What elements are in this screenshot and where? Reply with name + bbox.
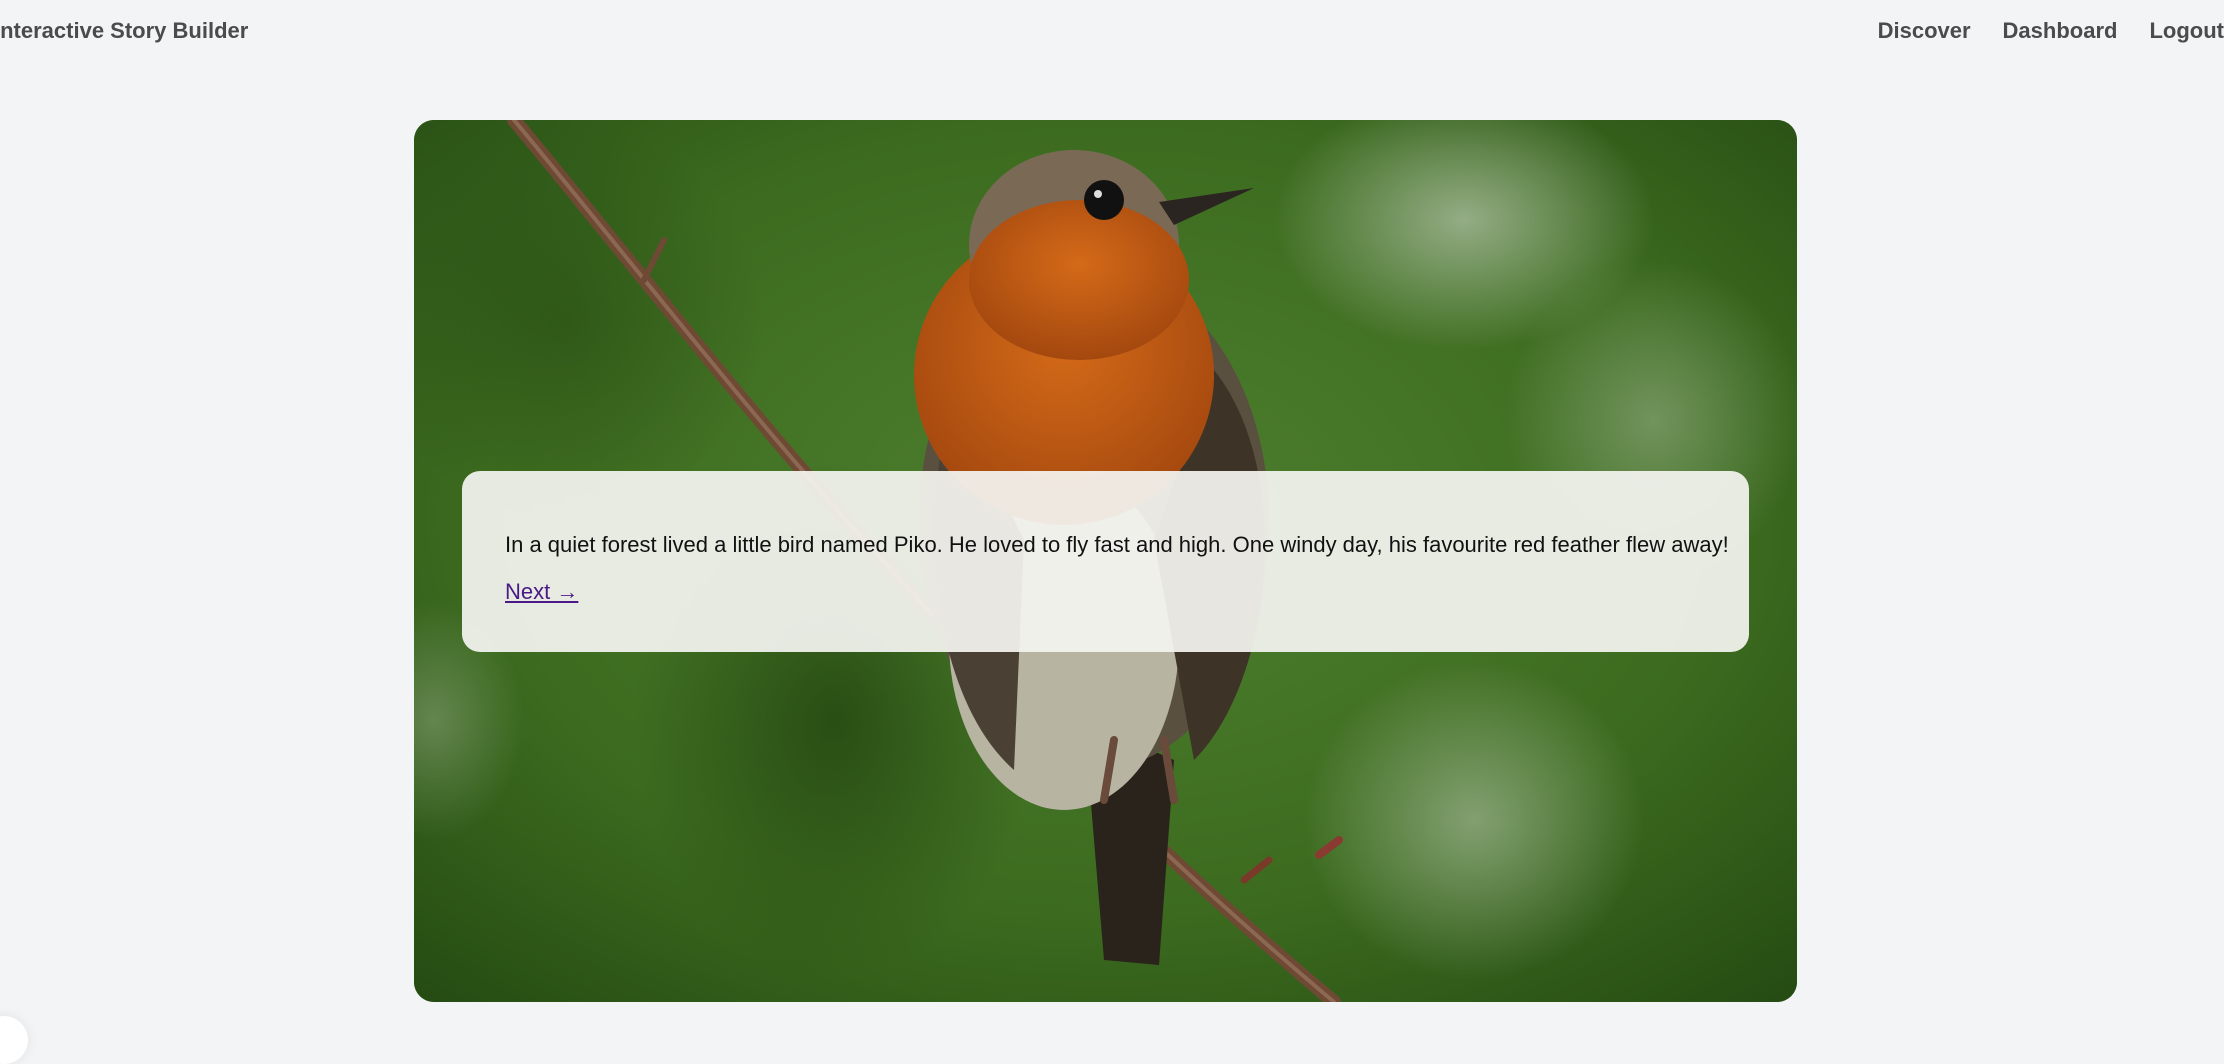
nav-discover-link[interactable]: Discover: [1878, 18, 1971, 44]
story-text-card: In a quiet forest lived a little bird na…: [462, 471, 1749, 652]
next-page-link[interactable]: Next →: [505, 579, 578, 605]
top-navigation: Interactive Story Builder Discover Dashb…: [0, 0, 2224, 64]
nav-links: Discover Dashboard Logout: [1846, 18, 2224, 44]
app-title[interactable]: Interactive Story Builder: [0, 18, 248, 44]
floating-action-bubble[interactable]: [0, 1016, 28, 1064]
nav-logout-link[interactable]: Logout: [2149, 18, 2224, 44]
story-page-text: In a quiet forest lived a little bird na…: [505, 532, 1729, 557]
nav-dashboard-link[interactable]: Dashboard: [2003, 18, 2118, 44]
story-scene: In a quiet forest lived a little bird na…: [414, 120, 1797, 1002]
